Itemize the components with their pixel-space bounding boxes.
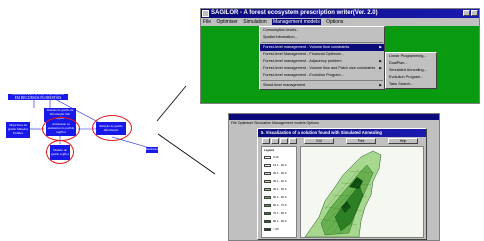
close-icon[interactable] xyxy=(471,10,478,16)
outer-menu-bar: File Optimiser Simulation Management mod… xyxy=(229,120,439,126)
legend-item: 40.1 - 50.0 xyxy=(264,187,286,191)
minimize-icon[interactable] xyxy=(463,10,470,16)
far-right-box: Resultados xyxy=(145,147,159,153)
submenu-item-simulated-annealing[interactable]: Simulated Annealing... xyxy=(386,67,436,74)
legend-swatch xyxy=(264,219,271,223)
zoom-icon[interactable] xyxy=(280,138,288,144)
top-box: SISTEMA DE APOIO À DECISÃO EM RECURSOS F… xyxy=(8,92,68,100)
dropdown-item-stand-level[interactable]: Stand-level management ▶ xyxy=(260,82,384,89)
submenu-item-dualplan[interactable]: DualPlan... xyxy=(386,60,436,67)
dropdown-item-adjacency-label: Forest-level management - Adjacency prob… xyxy=(263,59,342,63)
annealing-visualization-window: File Optimiser Simulation Management mod… xyxy=(228,113,440,241)
legend-swatch xyxy=(264,179,271,183)
forest-map xyxy=(300,146,424,238)
print-button[interactable]: Print xyxy=(346,138,376,144)
dropdown-item-adjacency[interactable]: Forest-level management - Adjacency prob… xyxy=(260,58,384,65)
legend-label: 40.1 - 50.0 xyxy=(273,187,287,191)
window-title-bar: SAGILOR - A forest ecosystem prescriptio… xyxy=(201,9,479,18)
legend-item: > 90 xyxy=(264,227,279,231)
sagilor-main-window: SAGILOR - A forest ecosystem prescriptio… xyxy=(200,8,480,104)
app-icon xyxy=(202,10,209,17)
legend-swatch xyxy=(264,227,271,231)
highlight-ring-center xyxy=(42,117,80,141)
legend-swatch xyxy=(264,155,271,159)
highlight-ring-right xyxy=(92,115,132,141)
legend-swatch xyxy=(264,171,271,175)
legend-item: 20.1 - 30.0 xyxy=(264,171,286,175)
save-icon[interactable] xyxy=(271,138,279,144)
menu-management-models[interactable]: Management models xyxy=(272,19,321,25)
legend-item: 60.1 - 70.0 xyxy=(264,203,286,207)
dropdown-item-consumption[interactable]: Consumption levels... xyxy=(260,27,384,34)
objectives-box: Objectivos de gestão Métodos Pedidos xyxy=(6,122,30,138)
legend-label: > 90 xyxy=(273,227,279,231)
legend-label: 10.1 - 20.0 xyxy=(273,163,287,167)
help-button[interactable]: Help xyxy=(388,138,418,144)
open-icon[interactable] xyxy=(262,138,270,144)
legend-title: Legend xyxy=(264,148,274,152)
dropdown-item-evolution[interactable]: Forest-level management - Evolution Prog… xyxy=(260,72,384,79)
menu-file[interactable]: File xyxy=(203,19,211,25)
legend-swatch xyxy=(264,187,271,191)
menu-bar: File Optimiser Simulation Management mod… xyxy=(201,18,479,26)
legend-label: 0-10 xyxy=(273,155,279,159)
exit-button[interactable]: Exit xyxy=(304,138,334,144)
dropdown-item-patch-size[interactable]: Forest-level management - Volume flow an… xyxy=(260,65,384,72)
submenu-arrow-icon: ▶ xyxy=(379,66,382,70)
menu-options[interactable]: Options xyxy=(326,19,343,25)
menu-separator xyxy=(261,80,383,81)
decision-support-diagram: SISTEMA DE APOIO À DECISÃO EM RECURSOS F… xyxy=(0,0,216,200)
dropdown-item-volume-flow[interactable]: Forest-level management - Volume flow co… xyxy=(260,44,384,51)
dropdown-item-spatial[interactable]: Spatial information... xyxy=(260,34,384,41)
legend-label: 50.1 - 60.0 xyxy=(273,195,287,199)
legend-swatch xyxy=(264,195,271,199)
submenu-arrow-icon: ▶ xyxy=(379,83,382,87)
submenu-arrow-icon: ▶ xyxy=(379,59,382,63)
menu-optimiser[interactable]: Optimiser xyxy=(216,19,237,25)
submenu-item-evolution-program[interactable]: Evolution Program... xyxy=(386,74,436,81)
pan-icon[interactable] xyxy=(289,138,297,144)
volume-flow-submenu: Linear Programming... DualPlan... Simula… xyxy=(385,52,437,89)
legend-item: 80.1 - 90.0 xyxy=(264,219,286,223)
legend-item: 0-10 xyxy=(264,155,279,159)
legend-item: 10.1 - 20.0 xyxy=(264,163,286,167)
dropdown-item-patch-size-label: Forest-level management - Volume flow an… xyxy=(263,66,376,70)
submenu-arrow-icon: ▶ xyxy=(379,45,382,49)
window-title: SAGILOR - A forest ecosystem prescriptio… xyxy=(211,10,378,16)
legend-swatch xyxy=(264,163,271,167)
legend-item: 50.1 - 60.0 xyxy=(264,195,286,199)
submenu-item-linear-programming[interactable]: Linear Programming... xyxy=(386,53,436,60)
visualization-panel: 5. Visualization of a solution found wit… xyxy=(257,128,427,240)
legend-item: 30.1 - 40.0 xyxy=(264,179,286,183)
legend-panel: Legend 0-10 10.1 - 20.0 20.1 - 30.0 30.1 - … xyxy=(261,146,297,238)
dropdown-item-financial[interactable]: Forest-level Management - Financial Opti… xyxy=(260,51,384,58)
legend-item: 70.1 - 80.0 xyxy=(264,211,286,215)
dropdown-item-stand-level-label: Stand-level management xyxy=(263,83,306,87)
menu-simulation[interactable]: Simulation xyxy=(243,19,266,25)
submenu-item-tabu-search[interactable]: Tabu Search... xyxy=(386,81,436,88)
management-models-dropdown: Consumption levels... Spatial informatio… xyxy=(259,26,385,90)
visualization-title-bar: 5. Visualization of a solution found wit… xyxy=(258,129,426,137)
legend-label: 30.1 - 40.0 xyxy=(273,179,287,183)
forest-map-drawing xyxy=(301,147,423,237)
legend-label: 80.1 - 90.0 xyxy=(273,219,287,223)
legend-swatch xyxy=(264,203,271,207)
legend-label: 60.1 - 70.0 xyxy=(273,203,287,207)
highlight-ring-results xyxy=(46,140,74,164)
legend-label: 20.1 - 30.0 xyxy=(273,171,287,175)
legend-swatch xyxy=(264,211,271,215)
dropdown-item-volume-flow-label: Forest-level management - Volume flow co… xyxy=(263,45,350,49)
menu-separator xyxy=(261,42,383,43)
legend-label: 70.1 - 80.0 xyxy=(273,211,287,215)
